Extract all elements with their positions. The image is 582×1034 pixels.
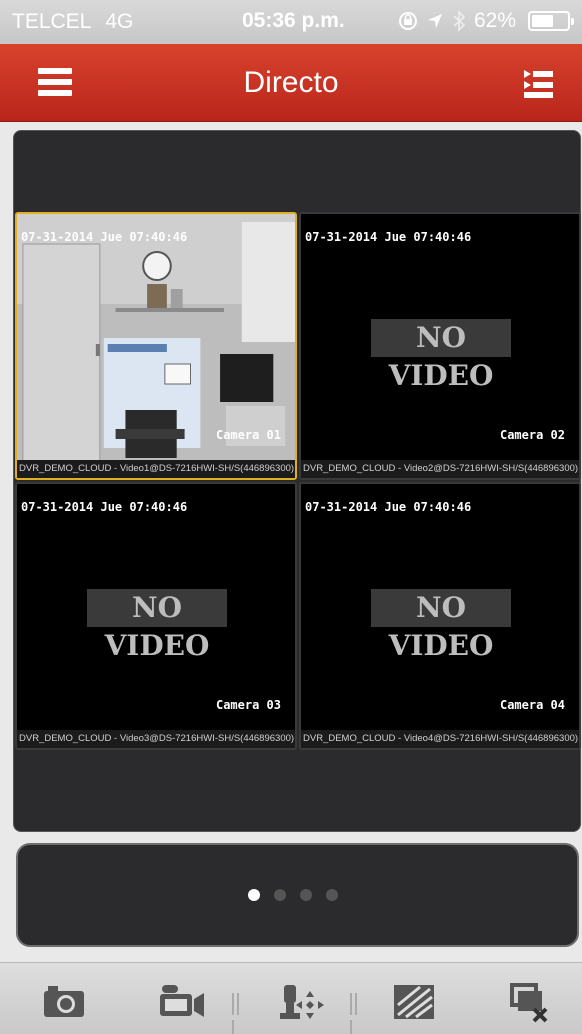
page-title: Directo bbox=[243, 66, 339, 99]
camera-caption: DVR_DEMO_CLOUD - Video1@DS-7216HWI-SH/S(… bbox=[17, 460, 295, 478]
camera-caption: DVR_DEMO_CLOUD - Video2@DS-7216HWI-SH/S(… bbox=[301, 460, 579, 478]
camera-caption: DVR_DEMO_CLOUD - Video3@DS-7216HWI-SH/S(… bbox=[17, 730, 295, 748]
carrier-name: TELCEL bbox=[12, 10, 92, 33]
camera-timestamp: 07-31-2014 Jue 07:40:46 bbox=[21, 230, 188, 244]
page-dots bbox=[248, 889, 338, 901]
toolbar-separator bbox=[350, 993, 364, 1034]
toolbar-separator bbox=[232, 993, 246, 1034]
page-dot-4[interactable] bbox=[326, 889, 338, 901]
camera-tile-3[interactable]: 07-31-2014 Jue 07:40:46 NO VIDEO Camera … bbox=[15, 482, 297, 750]
location-arrow-icon bbox=[427, 14, 442, 28]
app-header: Directo bbox=[0, 44, 582, 122]
battery-icon bbox=[528, 11, 574, 31]
camera-tile-2[interactable]: 07-31-2014 Jue 07:40:46 NO VIDEO Camera … bbox=[299, 212, 581, 480]
camera-tile-1[interactable]: 07-31-2014 Jue 07:40:46 Camera 01 DVR_DE… bbox=[15, 212, 297, 480]
page-dot-3[interactable] bbox=[300, 889, 312, 901]
camera-label: Camera 02 bbox=[499, 428, 565, 442]
live-view-area: 07-31-2014 Jue 07:40:46 Camera 01 DVR_DE… bbox=[13, 130, 581, 832]
camera-label: Camera 01 bbox=[215, 428, 281, 442]
stop-all-icon[interactable] bbox=[510, 983, 550, 1028]
bluetooth-icon bbox=[453, 10, 466, 32]
record-video-icon[interactable] bbox=[158, 983, 206, 1024]
bottom-toolbar bbox=[0, 962, 582, 1034]
camera-caption: DVR_DEMO_CLOUD - Video4@DS-7216HWI-SH/S(… bbox=[301, 730, 579, 748]
ptz-control-icon[interactable] bbox=[278, 983, 324, 1028]
snapshot-camera-icon[interactable] bbox=[42, 983, 86, 1024]
camera-timestamp: 07-31-2014 Jue 07:40:46 bbox=[305, 230, 472, 244]
camera-label: Camera 04 bbox=[499, 698, 565, 712]
device-list-icon[interactable] bbox=[522, 68, 554, 100]
camera-timestamp: 07-31-2014 Jue 07:40:46 bbox=[305, 500, 472, 514]
no-video-label: NO VIDEO bbox=[87, 589, 227, 662]
status-time: 05:36 p.m. bbox=[242, 9, 345, 32]
rotation-lock-icon bbox=[398, 12, 417, 30]
image-quality-icon[interactable] bbox=[392, 983, 436, 1026]
no-video-label: NO VIDEO bbox=[371, 589, 511, 662]
no-video-label: NO VIDEO bbox=[371, 319, 511, 392]
page-dot-1[interactable] bbox=[248, 889, 260, 901]
camera-timestamp: 07-31-2014 Jue 07:40:46 bbox=[21, 500, 188, 514]
status-right-group: 62% bbox=[398, 9, 574, 33]
page-indicator-panel[interactable] bbox=[16, 843, 579, 947]
camera-1-video-frame bbox=[17, 214, 295, 462]
battery-percent: 62% bbox=[473, 9, 516, 32]
camera-label: Camera 03 bbox=[215, 698, 281, 712]
page-dot-2[interactable] bbox=[274, 889, 286, 901]
status-bar: ●●●●● TELCEL 4G 05:36 p.m. 62% bbox=[0, 0, 582, 61]
network-type: 4G bbox=[105, 10, 134, 33]
camera-tile-4[interactable]: 07-31-2014 Jue 07:40:46 NO VIDEO Camera … bbox=[299, 482, 581, 750]
